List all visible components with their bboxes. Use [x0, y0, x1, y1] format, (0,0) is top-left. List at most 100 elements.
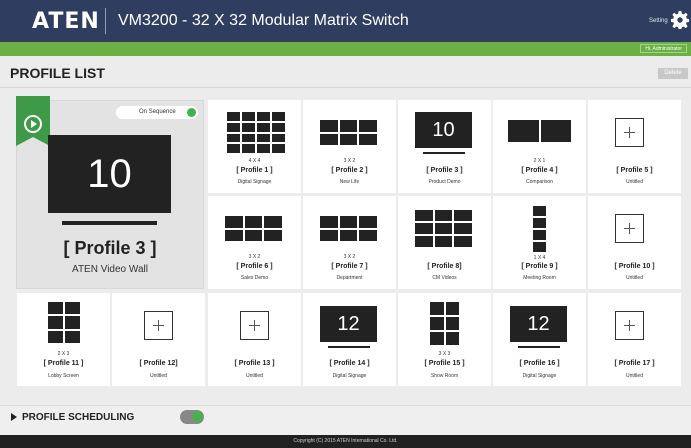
profile-card-6[interactable]: 3 X 2 [ Profile 6 ] Sales Demo [208, 196, 301, 289]
aten-logo: ATEN [32, 9, 100, 34]
profile-desc: New Life [339, 179, 360, 185]
profile-desc: Sales Demo [240, 275, 269, 281]
layout-size: 3 X 3 [438, 351, 451, 357]
profile-desc: Untitled [626, 373, 643, 379]
profile-name: [ Profile 13 ] [234, 360, 275, 367]
profile-card-4[interactable]: 2 X 1 [ Profile 4 ] Comparison [493, 100, 586, 193]
expand-arrow-icon[interactable] [11, 413, 17, 421]
profile-desc: Show Room [430, 373, 459, 379]
profile-desc: Digital Signage [332, 373, 367, 379]
layout-size: 2 X 1 [533, 158, 546, 164]
profile-card-14[interactable]: 12 [ Profile 14 ] Digital Signage [303, 293, 396, 386]
layout-2x1-icon [508, 120, 571, 142]
plus-icon[interactable] [144, 311, 173, 340]
layout-3x3-icon [415, 210, 472, 247]
plus-icon[interactable] [615, 214, 644, 243]
profile-name: [ Profile 8] [427, 263, 462, 270]
profile-desc: CM Videos [432, 275, 457, 281]
profile-card-2[interactable]: 3 X 2 [ Profile 2 ] New Life [303, 100, 396, 193]
profile-desc: Untitled [246, 373, 263, 379]
profile-card-12[interactable]: [ Profile 12] Untitled [112, 293, 205, 386]
active-monitor-icon: 10 [48, 135, 171, 213]
monitor-icon: 12 [510, 306, 567, 342]
profile-name: [ Profile 10 ] [614, 263, 655, 270]
app-header: ATEN VM3200 - 32 X 32 Modular Matrix Swi… [0, 0, 691, 42]
title-divider [0, 87, 691, 88]
profile-name: [ Profile 2 ] [331, 167, 368, 174]
app-title: VM3200 - 32 X 32 Modular Matrix Switch [118, 12, 409, 29]
profile-name: [ Profile 9 ] [521, 263, 558, 270]
profile-name: [ Profile 15 ] [424, 360, 465, 367]
profile-name: [ Profile 5 ] [616, 167, 653, 174]
layout-size: 2 X 3 [57, 351, 70, 357]
profile-card-8[interactable]: [ Profile 8] CM Videos [398, 196, 491, 289]
layout-size: 3 X 2 [248, 254, 261, 260]
profile-name: [ Profile 7 ] [331, 263, 368, 270]
on-sequence-label: On Sequence [139, 109, 176, 115]
profile-desc: Product Demo [428, 179, 461, 185]
toggle-indicator [192, 411, 203, 422]
layout-3x2-icon [320, 216, 377, 241]
layout-size: 3 X 2 [343, 254, 356, 260]
profile-desc: Comparison [526, 179, 553, 185]
profile-desc: Meeting Room [523, 275, 556, 281]
monitor-stand [328, 346, 370, 348]
profile-card-1[interactable]: 4 X 4 [ Profile 1 ] Digital Signage [208, 100, 301, 193]
layout-2x3-icon [48, 302, 80, 343]
active-profile-subtitle: ATEN Video Wall [72, 264, 148, 275]
profile-name: [ Profile 14 ] [329, 360, 370, 367]
profile-card-3[interactable]: 10 [ Profile 3 ] Product Demo [398, 100, 491, 193]
profile-name: [ Profile 12] [139, 360, 178, 367]
setting-label[interactable]: Setting [649, 18, 668, 24]
plus-icon[interactable] [615, 311, 644, 340]
profile-desc: Digital Signage [237, 179, 272, 185]
plus-icon[interactable] [240, 311, 269, 340]
profile-card-13[interactable]: [ Profile 13 ] Untitled [208, 293, 301, 386]
layout-size: 3 X 2 [343, 158, 356, 164]
header-divider [105, 8, 106, 34]
layout-4x4-icon [227, 112, 285, 153]
profile-desc: Untitled [626, 179, 643, 185]
profile-card-17[interactable]: [ Profile 17 ] Untitled [588, 293, 681, 386]
profile-desc: Untitled [626, 275, 643, 281]
profile-card-15[interactable]: 3 X 3 [ Profile 15 ] Show Room [398, 293, 491, 386]
profile-name: [ Profile 4 ] [521, 167, 558, 174]
profile-card-16[interactable]: 12 [ Profile 16 ] Digital Signage [493, 293, 586, 386]
layout-3x3-icon [430, 302, 459, 345]
profile-desc: Digital Signage [522, 373, 557, 379]
profile-card-5[interactable]: [ Profile 5 ] Untitled [588, 100, 681, 193]
profile-name: [ Profile 3 ] [426, 167, 463, 174]
active-profile-name: [ Profile 3 ] [63, 238, 157, 258]
monitor-icon: 10 [415, 112, 472, 148]
profile-desc: Lobby Screen [48, 373, 79, 379]
profile-name: [ Profile 17 ] [614, 360, 655, 367]
layout-size: 1 X 4 [533, 255, 546, 261]
profile-card-9[interactable]: 1 X 4 [ Profile 9 ] Meeting Room [493, 196, 586, 289]
delete-button[interactable]: Delete [658, 68, 688, 79]
status-bar [0, 42, 691, 56]
gear-icon[interactable] [671, 11, 689, 29]
page-title: PROFILE LIST [10, 65, 105, 81]
user-badge[interactable]: Hi, Administrator [640, 44, 687, 53]
layout-size: 4 X 4 [248, 158, 261, 164]
profile-name: [ Profile 6 ] [236, 263, 273, 270]
profile-card-7[interactable]: 3 X 2 [ Profile 7 ] Department [303, 196, 396, 289]
layout-1x4-icon [533, 206, 546, 252]
monitor-stand [62, 221, 157, 225]
profile-card-10[interactable]: [ Profile 10 ] Untitled [588, 196, 681, 289]
on-sequence-toggle[interactable]: On Sequence [116, 106, 198, 119]
monitor-stand [423, 152, 465, 154]
plus-icon[interactable] [615, 118, 644, 147]
copyright-footer: Copyright (C) 2015 ATEN International Co… [0, 435, 691, 448]
profile-desc: Untitled [150, 373, 167, 379]
profile-name: [ Profile 11 ] [43, 360, 84, 367]
monitor-icon: 12 [320, 306, 377, 342]
scheduling-title[interactable]: PROFILE SCHEDULING [22, 412, 134, 423]
profile-name: [ Profile 1 ] [236, 167, 273, 174]
profile-desc: Department [336, 275, 363, 281]
play-icon[interactable] [24, 115, 42, 133]
monitor-stand [518, 346, 560, 348]
profile-card-11[interactable]: 2 X 3 [ Profile 11 ] Lobby Screen [17, 293, 110, 386]
layout-3x2-icon [320, 120, 377, 145]
layout-3x2-icon [225, 216, 282, 241]
